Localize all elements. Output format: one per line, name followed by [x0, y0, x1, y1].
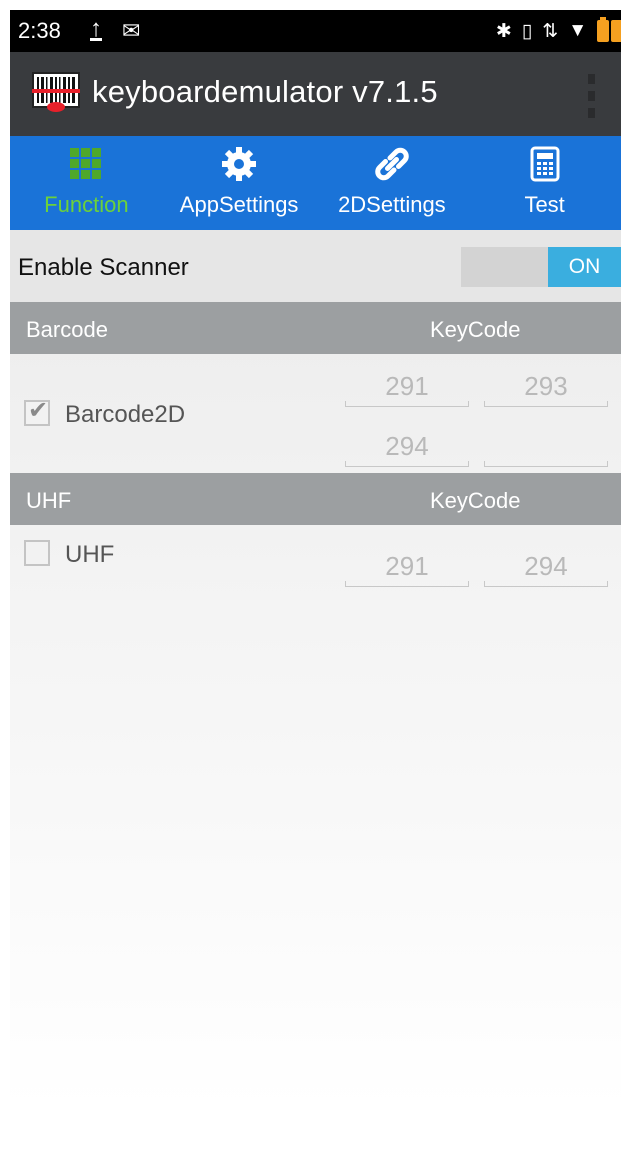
battery-icon — [597, 17, 621, 42]
status-icons: ✱ ▯ ⇅ ▼ — [496, 16, 621, 46]
uhf-header-label: UHF — [26, 488, 72, 513]
status-bar: 2:38 ↑ ✉ ✱ ▯ ⇅ ▼ — [10, 10, 621, 52]
overflow-menu-icon[interactable] — [585, 74, 597, 118]
tab-appsettings[interactable]: AppSettings — [163, 136, 316, 230]
enable-scanner-row: Enable Scanner ON — [10, 230, 621, 302]
barcode2d-label: Barcode2D — [65, 401, 186, 428]
uhf-checkbox[interactable] — [24, 540, 50, 566]
barcode2d-keycode-2[interactable]: 293 — [484, 363, 608, 407]
keycode-header-label: KeyCode — [430, 488, 521, 513]
tab-function[interactable]: Function — [10, 136, 163, 230]
link-icon — [375, 147, 409, 181]
barcode-scanner-icon — [32, 72, 80, 112]
uhf-section-header: UHF KeyCode — [10, 473, 621, 525]
barcode-header-label: Barcode — [26, 317, 108, 342]
grid-icon — [70, 148, 102, 179]
vibrate-icon: ▯ — [521, 20, 533, 42]
tab-label: 2DSettings — [338, 192, 446, 217]
app-title: keyboardemulator v7.1.5 — [92, 74, 438, 109]
mail-icon: ✉ — [122, 18, 141, 43]
bluetooth-icon: ✱ — [495, 20, 512, 42]
calculator-icon — [530, 146, 560, 182]
gear-icon — [222, 147, 257, 181]
tab-bar: Function AppSettings 2DSettings Test — [10, 136, 621, 230]
uhf-keycode-1[interactable]: 291 — [345, 543, 469, 587]
tab-2dsettings[interactable]: 2DSettings — [316, 136, 469, 230]
wifi-icon: ▼ — [568, 20, 587, 41]
tab-label: Function — [44, 192, 129, 217]
tab-test[interactable]: Test — [468, 136, 621, 230]
uhf-label: UHF — [65, 541, 115, 568]
barcode2d-keycode-4[interactable] — [484, 423, 608, 467]
tab-label: Test — [524, 192, 565, 217]
check-icon: ✔ — [28, 397, 49, 424]
enable-scanner-label: Enable Scanner — [18, 254, 189, 281]
status-time: 2:38 — [18, 18, 61, 43]
uhf-keycode-2[interactable]: 294 — [484, 543, 608, 587]
phone-screen: 2:38 ↑ ✉ ✱ ▯ ⇅ ▼ keyboardemulator v7.1.5… — [10, 10, 621, 1171]
enable-scanner-toggle[interactable]: ON — [461, 247, 621, 287]
upload-icon: ↑ — [90, 15, 102, 42]
keycode-header-label: KeyCode — [430, 317, 521, 342]
data-icon: ⇅ — [542, 20, 559, 42]
barcode2d-keycode-1[interactable]: 291 — [345, 363, 469, 407]
tab-label: AppSettings — [179, 192, 299, 217]
barcode-section-header: Barcode KeyCode — [10, 302, 621, 354]
app-bar: keyboardemulator v7.1.5 — [10, 52, 621, 136]
barcode2d-checkbox[interactable]: ✔ — [24, 397, 50, 426]
toggle-on-label: ON — [548, 247, 621, 287]
barcode2d-keycode-3[interactable]: 294 — [345, 423, 469, 467]
